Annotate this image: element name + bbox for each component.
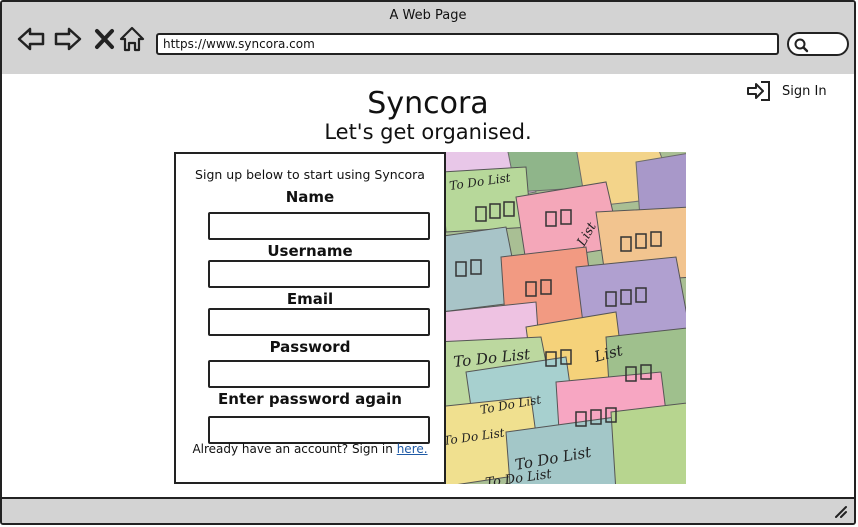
username-field[interactable]	[208, 260, 430, 288]
sign-in-here-link[interactable]: here.	[397, 442, 428, 456]
already-account-label: Already have an account? Sign in	[192, 442, 393, 456]
signup-form: Sign up below to start using Syncora Nam…	[174, 152, 446, 484]
forward-arrow-icon[interactable]	[53, 24, 83, 54]
password-field[interactable]	[208, 360, 430, 388]
name-label: Name	[285, 188, 335, 206]
title-bar: A Web Page https://www.syncora.com	[2, 2, 854, 76]
browser-window: A Web Page https://www.syncora.com Sign …	[0, 0, 856, 525]
email-field[interactable]	[208, 308, 430, 336]
confirm-password-field[interactable]	[208, 416, 430, 444]
email-label: Email	[286, 290, 334, 308]
home-icon[interactable]	[118, 24, 148, 54]
back-arrow-icon[interactable]	[16, 24, 46, 54]
search-icon	[794, 38, 809, 53]
url-bar[interactable]: https://www.syncora.com	[156, 33, 779, 55]
status-bar	[2, 497, 854, 523]
already-account-text: Already have an account? Sign in here.	[176, 442, 444, 456]
signup-prompt: Sign up below to start using Syncora	[195, 167, 425, 182]
todo-notes-image: To Do List To Do List To Do List List Li…	[446, 152, 686, 484]
search-field[interactable]	[787, 32, 849, 56]
app-title: Syncora	[367, 86, 489, 121]
resize-grip-icon[interactable]	[834, 505, 848, 519]
window-title: A Web Page	[389, 8, 467, 23]
sticky-notes-picture: To Do List To Do List To Do List List Li…	[446, 152, 686, 484]
signup-card: Sign up below to start using Syncora Nam…	[174, 152, 686, 484]
name-field[interactable]	[208, 212, 430, 240]
page-content: Sign In Syncora Let's get organised. Sig…	[2, 74, 854, 497]
close-x-icon[interactable]	[90, 24, 120, 54]
confirm-password-label: Enter password again	[218, 390, 402, 408]
tagline: Let's get organised.	[324, 120, 532, 144]
password-label: Password	[269, 338, 351, 356]
username-label: Username	[267, 242, 353, 260]
